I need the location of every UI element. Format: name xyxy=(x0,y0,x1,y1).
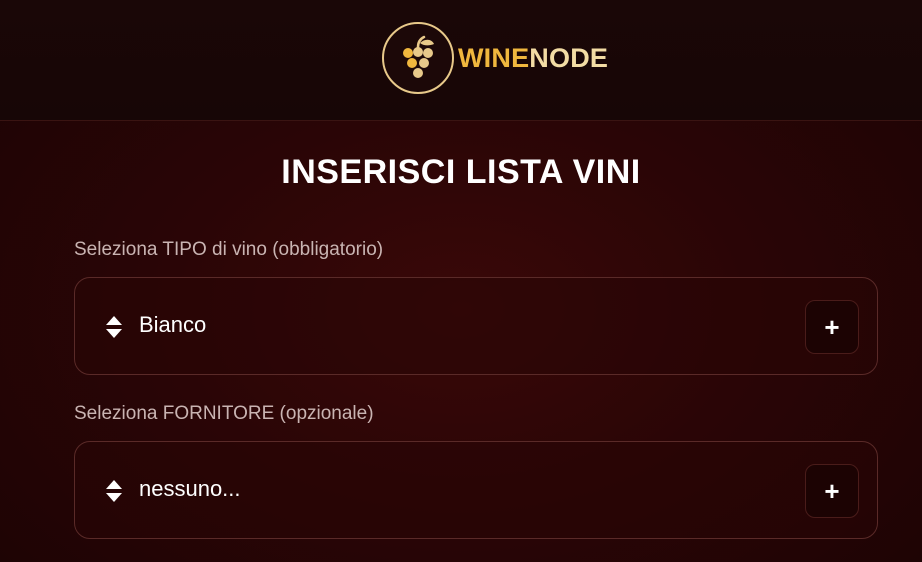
sort-updown-icon xyxy=(106,316,122,338)
wine-type-select[interactable]: Bianco + xyxy=(74,277,878,375)
brand-name-node: NODE xyxy=(529,42,609,73)
brand-logo[interactable]: WINENODE xyxy=(382,22,608,94)
add-wine-type-button[interactable]: + xyxy=(805,300,859,354)
add-supplier-button[interactable]: + xyxy=(805,464,859,518)
brand-wordmark: WINENODE xyxy=(458,43,608,74)
grapes-icon xyxy=(382,22,454,94)
brand-name-wine: WINE xyxy=(458,42,530,73)
wine-type-value: Bianco xyxy=(139,312,207,337)
supplier-select[interactable]: nessuno... + xyxy=(74,441,878,539)
supplier-value: nessuno... xyxy=(139,476,241,501)
page-title: INSERISCI LISTA VINI xyxy=(281,153,641,191)
sort-updown-icon xyxy=(106,480,122,502)
wine-type-label: Seleziona TIPO di vino (obbligatorio) xyxy=(74,239,384,260)
top-bar: WINENODE xyxy=(0,0,922,121)
supplier-label: Seleziona FORNITORE (opzionale) xyxy=(74,403,374,424)
